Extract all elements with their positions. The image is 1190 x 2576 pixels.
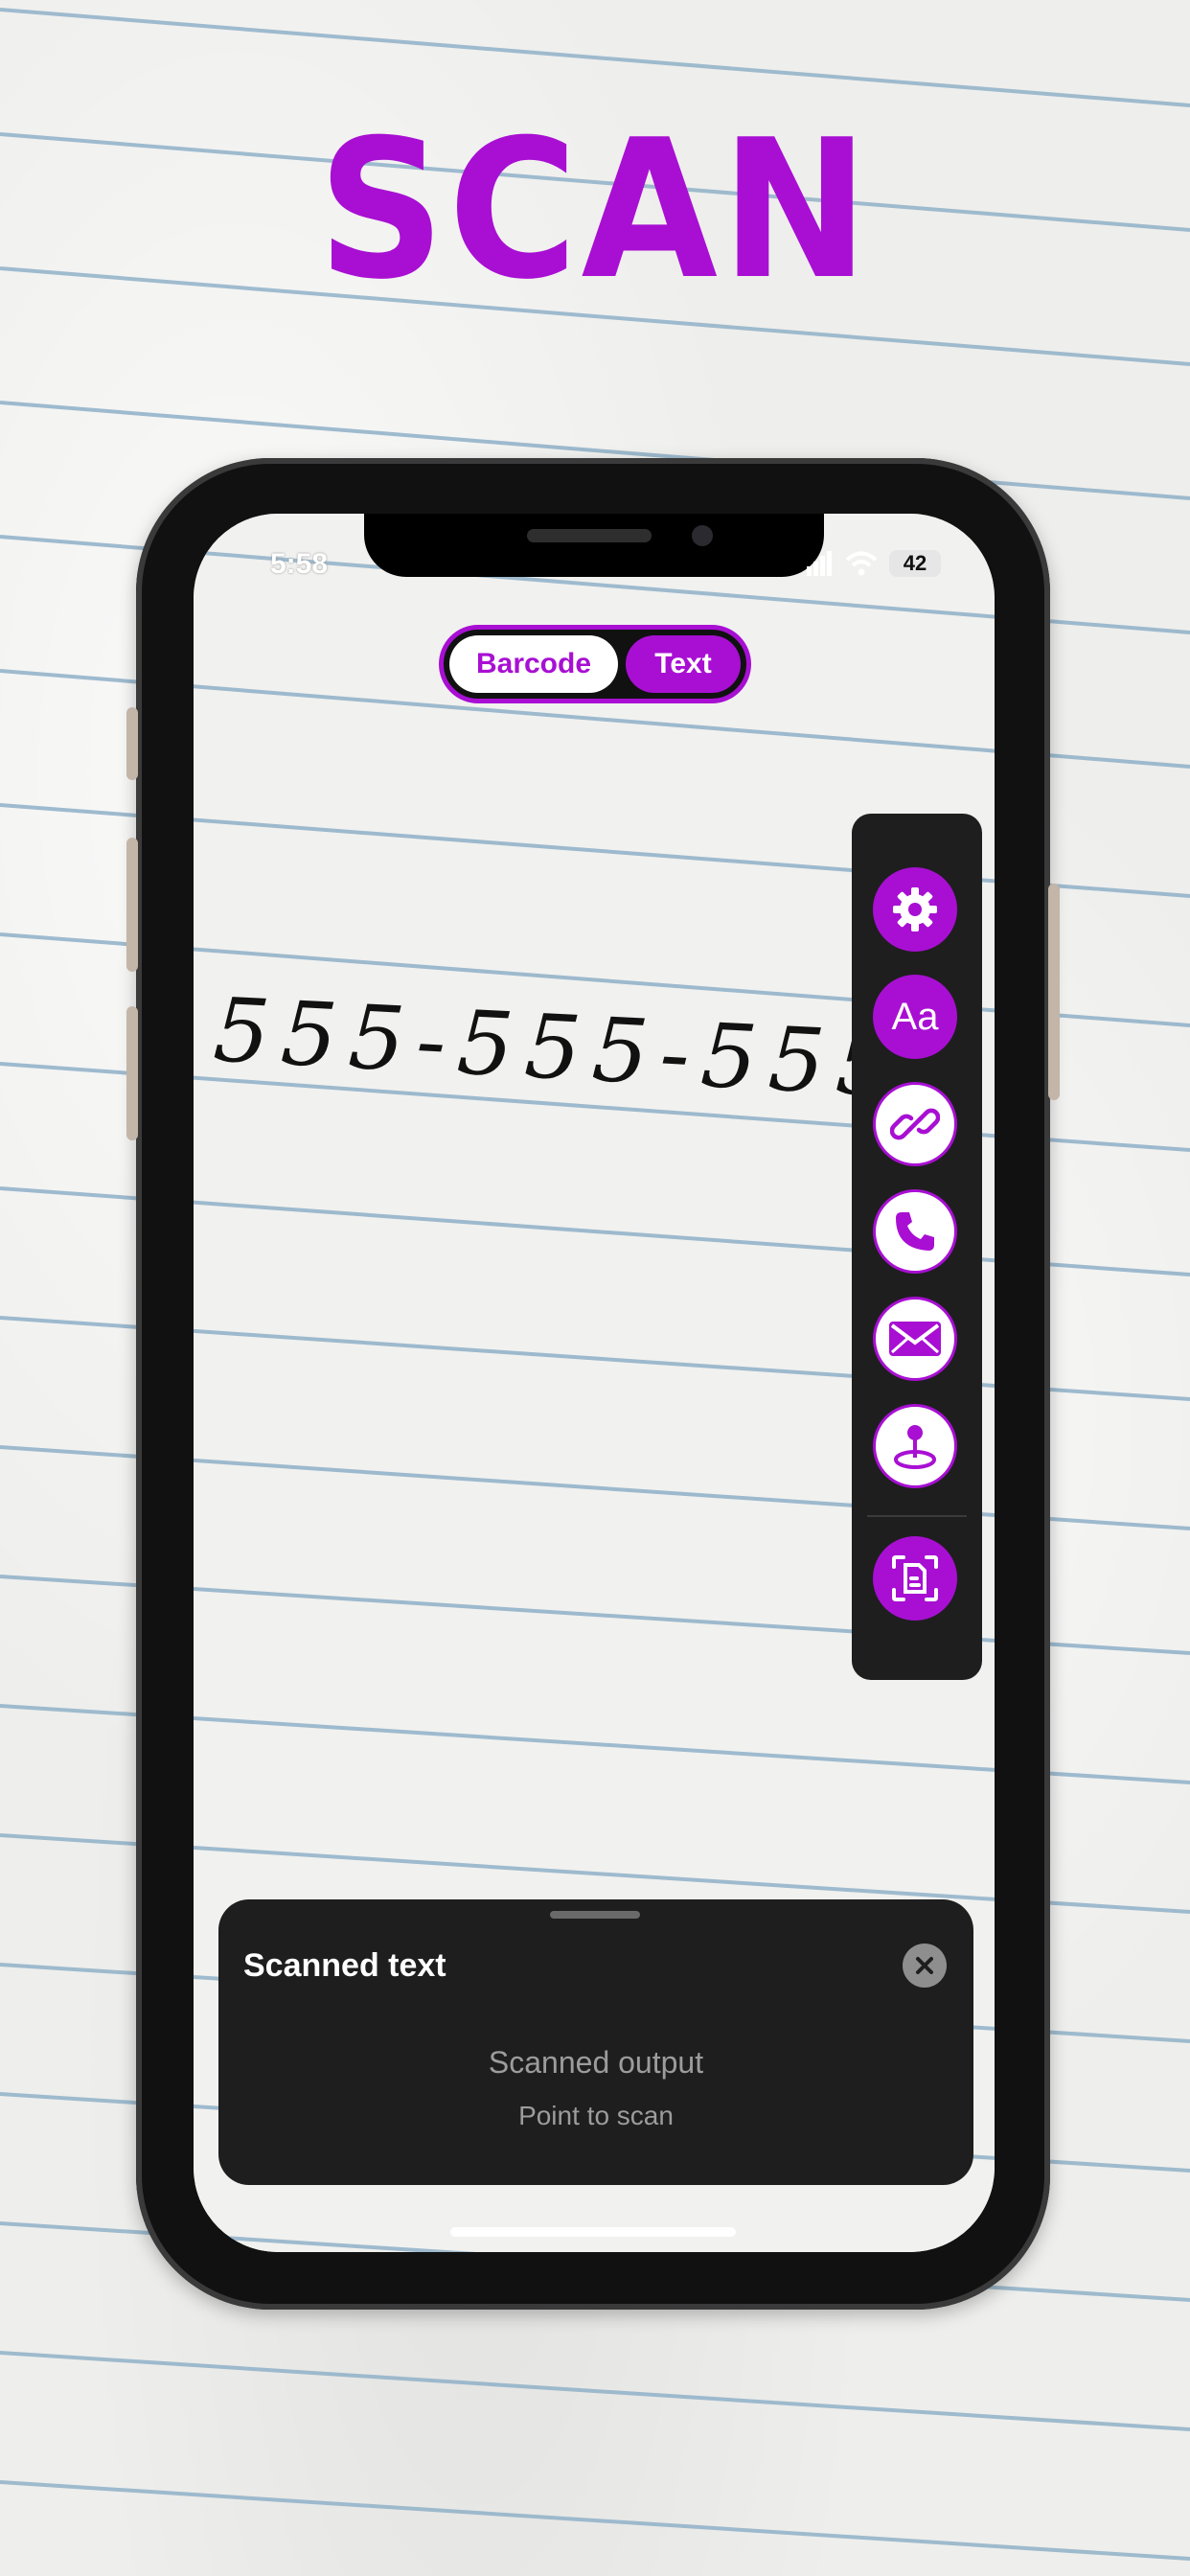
scanned-text-sheet: Scanned text Scanned output Point to sca… [218,1899,973,2185]
handwritten-number: 555-555-555 [213,993,906,1117]
scanned-output-label: Scanned output [488,2045,704,2080]
location-pin-icon [894,1425,936,1469]
sheet-title: Scanned text [243,1947,446,1984]
wifi-icon [845,551,878,576]
action-toolbar: Aa [852,814,982,1680]
app-screen: 555-555-555 5:58 42 Barcode Text Aa Scan… [194,514,995,2252]
text-mode-button[interactable]: Text [626,635,741,693]
barcode-mode-button[interactable]: Barcode [449,635,618,693]
sheet-grabber[interactable] [550,1911,640,1919]
handwritten-text: 555-555-555 [213,993,906,1117]
close-icon [916,1957,933,1974]
phone-frame: 555-555-555 5:58 42 Barcode Text Aa Scan… [126,458,1060,2310]
link-button[interactable] [873,1082,957,1166]
front-camera [692,525,713,546]
phone-icon [896,1212,934,1251]
text-format-button[interactable]: Aa [873,975,957,1059]
mail-icon [889,1322,941,1356]
status-indicators: 42 [807,550,941,577]
toolbar-divider [867,1515,967,1517]
scan-hint: Point to scan [518,2101,674,2130]
phone-call-button[interactable] [873,1189,957,1274]
settings-button[interactable] [873,867,957,952]
scan-mode-switch: Barcode Text [439,625,751,703]
power-button [1048,884,1060,1100]
battery-indicator: 42 [889,550,941,577]
speaker-grille [527,529,652,542]
font-icon: Aa [891,995,939,1038]
notch [364,514,824,577]
scan-document-button[interactable] [873,1536,957,1621]
home-indicator[interactable] [450,2227,736,2237]
signal-icon [807,551,832,576]
status-time: 5:58 [270,548,329,580]
volume-up-button [126,838,138,972]
headline-title: SCAN [317,99,873,322]
volume-down-button [126,1006,138,1140]
location-button[interactable] [873,1404,957,1488]
link-icon [890,1108,940,1140]
gear-icon [893,887,937,932]
close-sheet-button[interactable] [903,1944,947,1988]
silent-switch [126,707,138,780]
email-button[interactable] [873,1297,957,1381]
document-scan-icon [892,1555,938,1601]
